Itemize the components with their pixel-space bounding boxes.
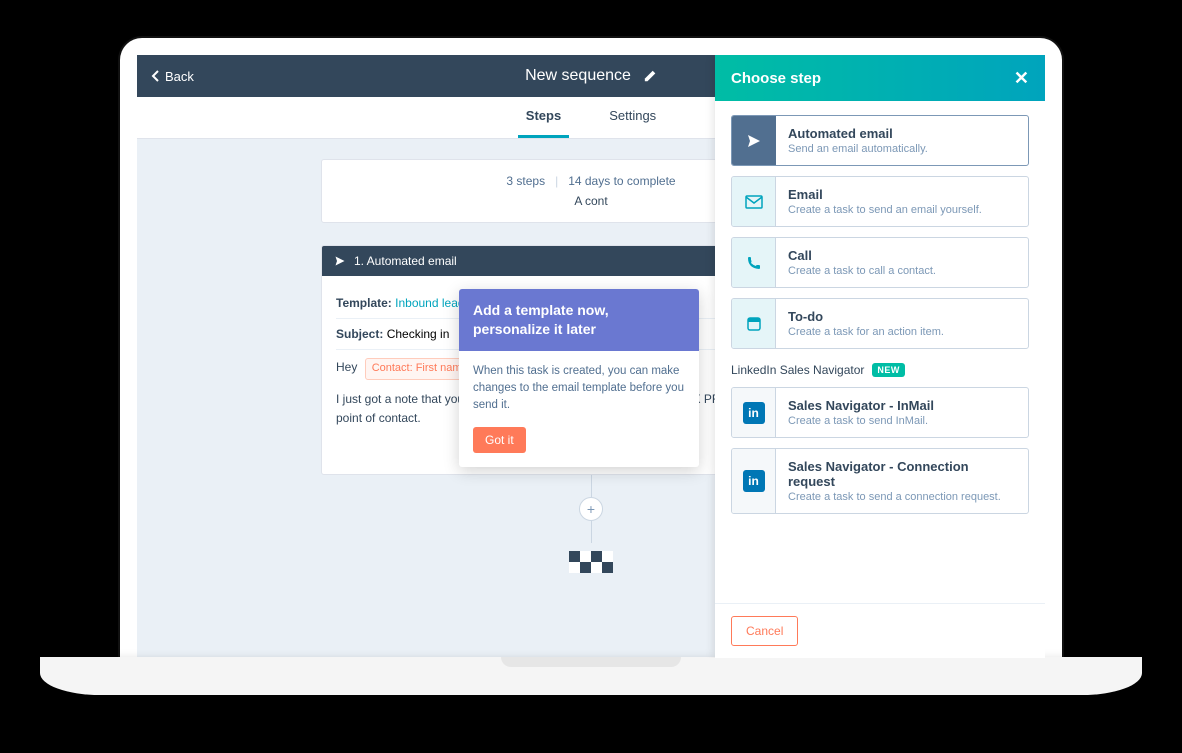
option-title: Sales Navigator - Connection request (788, 459, 1016, 489)
popover-title-line2: personalize it later (473, 321, 596, 337)
send-icon (732, 116, 776, 165)
option-title: Email (788, 187, 982, 202)
choose-step-panel: Choose step ✕ Automated email Send an em… (715, 55, 1045, 658)
chevron-left-icon (151, 70, 159, 82)
option-todo[interactable]: To-do Create a task for an action item. (731, 298, 1029, 349)
page-title: New sequence (525, 67, 631, 85)
edit-icon[interactable] (643, 69, 657, 83)
summary-steps: 3 steps (506, 174, 545, 188)
option-email[interactable]: Email Create a task to send an email you… (731, 176, 1029, 227)
close-icon[interactable]: ✕ (1014, 69, 1029, 87)
laptop-base (40, 657, 1142, 695)
add-step-button[interactable]: + (579, 497, 603, 521)
option-desc: Create a task for an action item. (788, 326, 944, 338)
linkedin-icon: in (732, 449, 776, 513)
option-title: Automated email (788, 126, 928, 141)
app-screen: Back New sequence Steps Settings 3 steps… (137, 55, 1045, 658)
new-badge: NEW (872, 363, 905, 377)
template-label: Template: (336, 296, 392, 310)
tab-steps[interactable]: Steps (518, 96, 569, 138)
option-desc: Create a task to send InMail. (788, 415, 934, 427)
section-label-text: LinkedIn Sales Navigator (731, 363, 864, 377)
popover-header: Add a template now, personalize it later (459, 289, 699, 351)
option-desc: Send an email automatically. (788, 143, 928, 155)
panel-footer: Cancel (715, 603, 1045, 658)
subject-label: Subject: (336, 327, 383, 341)
option-automated-email[interactable]: Automated email Send an email automatica… (731, 115, 1029, 166)
panel-title: Choose step (731, 70, 821, 87)
popover-title-line1: Add a template now, (473, 302, 609, 318)
panel-body: Automated email Send an email automatica… (715, 101, 1045, 603)
tab-settings[interactable]: Settings (601, 96, 664, 138)
send-icon (334, 255, 346, 267)
hint-popover: Add a template now, personalize it later… (459, 289, 699, 467)
back-button[interactable]: Back (151, 69, 194, 84)
step-card-title: 1. Automated email (354, 254, 457, 268)
todo-icon (732, 299, 776, 348)
phone-icon (732, 238, 776, 287)
connector-line (591, 475, 592, 497)
back-label: Back (165, 69, 194, 84)
subject-value: Checking in (387, 327, 450, 341)
linkedin-icon: in (732, 388, 776, 437)
connector-line (591, 521, 592, 543)
option-desc: Create a task to send an email yourself. (788, 204, 982, 216)
option-title: Sales Navigator - InMail (788, 398, 934, 413)
option-desc: Create a task to send a connection reque… (788, 491, 1016, 503)
popover-body: When this task is created, you can make … (459, 351, 699, 427)
option-title: Call (788, 248, 936, 263)
option-call[interactable]: Call Create a task to call a contact. (731, 237, 1029, 288)
summary-duration: 14 days to complete (568, 174, 675, 188)
option-sales-nav-connection[interactable]: in Sales Navigator - Connection request … (731, 448, 1029, 514)
laptop-frame: Back New sequence Steps Settings 3 steps… (120, 38, 1062, 658)
summary-divider: | (555, 174, 558, 188)
finish-flag-icon (569, 551, 613, 573)
got-it-button[interactable]: Got it (473, 427, 526, 453)
laptop-notch (501, 657, 681, 667)
envelope-icon (732, 177, 776, 226)
option-title: To-do (788, 309, 944, 324)
linkedin-section-label: LinkedIn Sales Navigator NEW (731, 363, 1029, 377)
email-greeting: Hey (336, 360, 357, 374)
cancel-button[interactable]: Cancel (731, 616, 798, 646)
option-sales-nav-inmail[interactable]: in Sales Navigator - InMail Create a tas… (731, 387, 1029, 438)
option-desc: Create a task to call a contact. (788, 265, 936, 277)
panel-header: Choose step ✕ (715, 55, 1045, 101)
